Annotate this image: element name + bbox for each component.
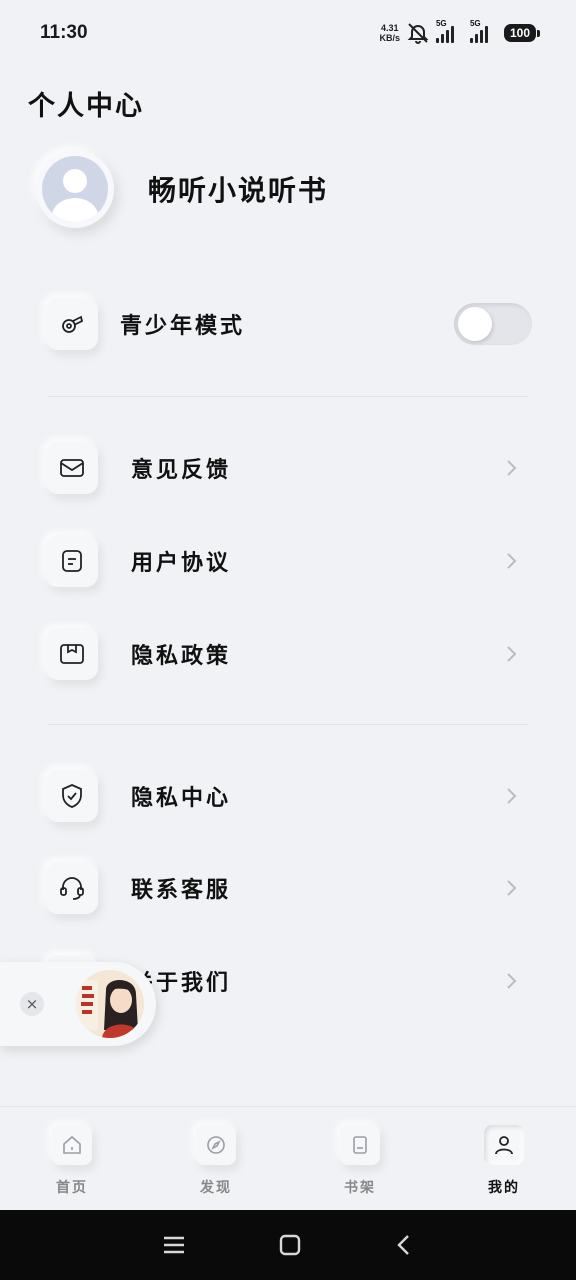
system-navigation-bar [0,1210,576,1280]
net-speed-value: 4.31 [380,23,399,33]
tab-label: 首页 [56,1180,88,1196]
mail-icon [60,459,84,477]
status-bar: 11:30 4.31 KB/s 5G 5G 100 [0,0,576,66]
menu-item-label: 隐私中心 [131,785,232,811]
chevron-right-icon [507,553,517,569]
feedback-icon-tile [46,442,98,494]
divider [48,396,528,397]
bookshelf-icon-tile [340,1125,380,1165]
avatar[interactable] [36,150,114,228]
privacy-folder-icon [60,644,84,664]
profile-header[interactable]: 畅听小说听书 [36,150,328,228]
signal-1-label: 5G [435,19,447,28]
privacy-policy-icon-tile [46,628,98,680]
bottom-tab-bar: 首页 发现 书架 我的 [0,1106,576,1210]
whistle-icon [62,315,84,333]
chevron-right-icon [507,460,517,476]
signal-strength-icon: 5G [469,19,498,43]
compass-icon [207,1136,225,1154]
divider [48,724,528,725]
youth-mode-label: 青少年模式 [120,313,246,339]
floating-mini-player[interactable]: × [0,962,156,1046]
tab-home[interactable]: 首页 [0,1107,144,1210]
home-icon [63,1135,81,1154]
discover-icon-tile [196,1125,236,1165]
contact-support-icon-tile [46,862,98,914]
youth-mode-row[interactable]: 青少年模式 [46,297,532,351]
tab-label: 书架 [344,1180,376,1196]
signal-strength-icon: 5G [435,19,464,43]
status-time: 11:30 [40,22,88,43]
user-icon [495,1136,513,1155]
menu-item-user-agreement[interactable]: 用户协议 [46,534,532,588]
bookmark-icon [353,1136,367,1154]
privacy-center-icon-tile [46,770,98,822]
tab-discover[interactable]: 发现 [144,1107,288,1210]
tab-label: 我的 [488,1180,520,1196]
chevron-right-icon [507,973,517,989]
shield-check-icon [62,784,82,808]
net-speed-unit: KB/s [379,33,400,43]
tab-bookshelf[interactable]: 书架 [288,1107,432,1210]
status-icons: 4.31 KB/s 5G 5G 100 [379,19,541,44]
battery-indicator: 100 [503,24,541,42]
close-icon[interactable]: × [20,992,44,1016]
headset-icon [60,877,84,900]
page-title: 个人中心 [28,91,144,122]
chevron-right-icon [507,788,517,804]
menu-item-label: 用户协议 [131,550,232,576]
menu-item-privacy-policy[interactable]: 隐私政策 [46,627,532,681]
signal-2-label: 5G [469,19,481,28]
book-cover-thumbnail[interactable] [76,970,144,1038]
youth-mode-toggle[interactable] [454,303,532,345]
menu-item-label: 隐私政策 [131,643,232,669]
menu-item-contact-support[interactable]: 联系客服 [46,861,532,915]
book-cover-illustration [76,970,144,1038]
menu-item-feedback[interactable]: 意见反馈 [46,441,532,495]
back-icon[interactable] [394,1233,414,1257]
menu-item-privacy-center[interactable]: 隐私中心 [46,769,532,823]
document-icon [62,550,82,572]
default-user-avatar-icon [42,156,108,222]
chevron-right-icon [507,880,517,896]
youth-mode-icon-tile [46,298,98,350]
chevron-right-icon [507,646,517,662]
mute-bell-icon [407,23,429,44]
tab-label: 发现 [200,1180,232,1196]
network-speed: 4.31 KB/s [379,23,400,43]
menu-icon[interactable] [162,1234,186,1256]
mine-icon-tile [484,1125,524,1165]
user-agreement-icon-tile [46,535,98,587]
tab-mine[interactable]: 我的 [432,1107,576,1210]
username: 畅听小说听书 [148,174,329,207]
menu-item-label: 联系客服 [131,877,232,903]
home-icon-tile [52,1125,92,1165]
close-label: × [25,994,39,1013]
home-square-icon[interactable] [278,1233,302,1257]
toggle-knob [458,307,492,341]
menu-item-label: 意见反馈 [131,457,232,483]
